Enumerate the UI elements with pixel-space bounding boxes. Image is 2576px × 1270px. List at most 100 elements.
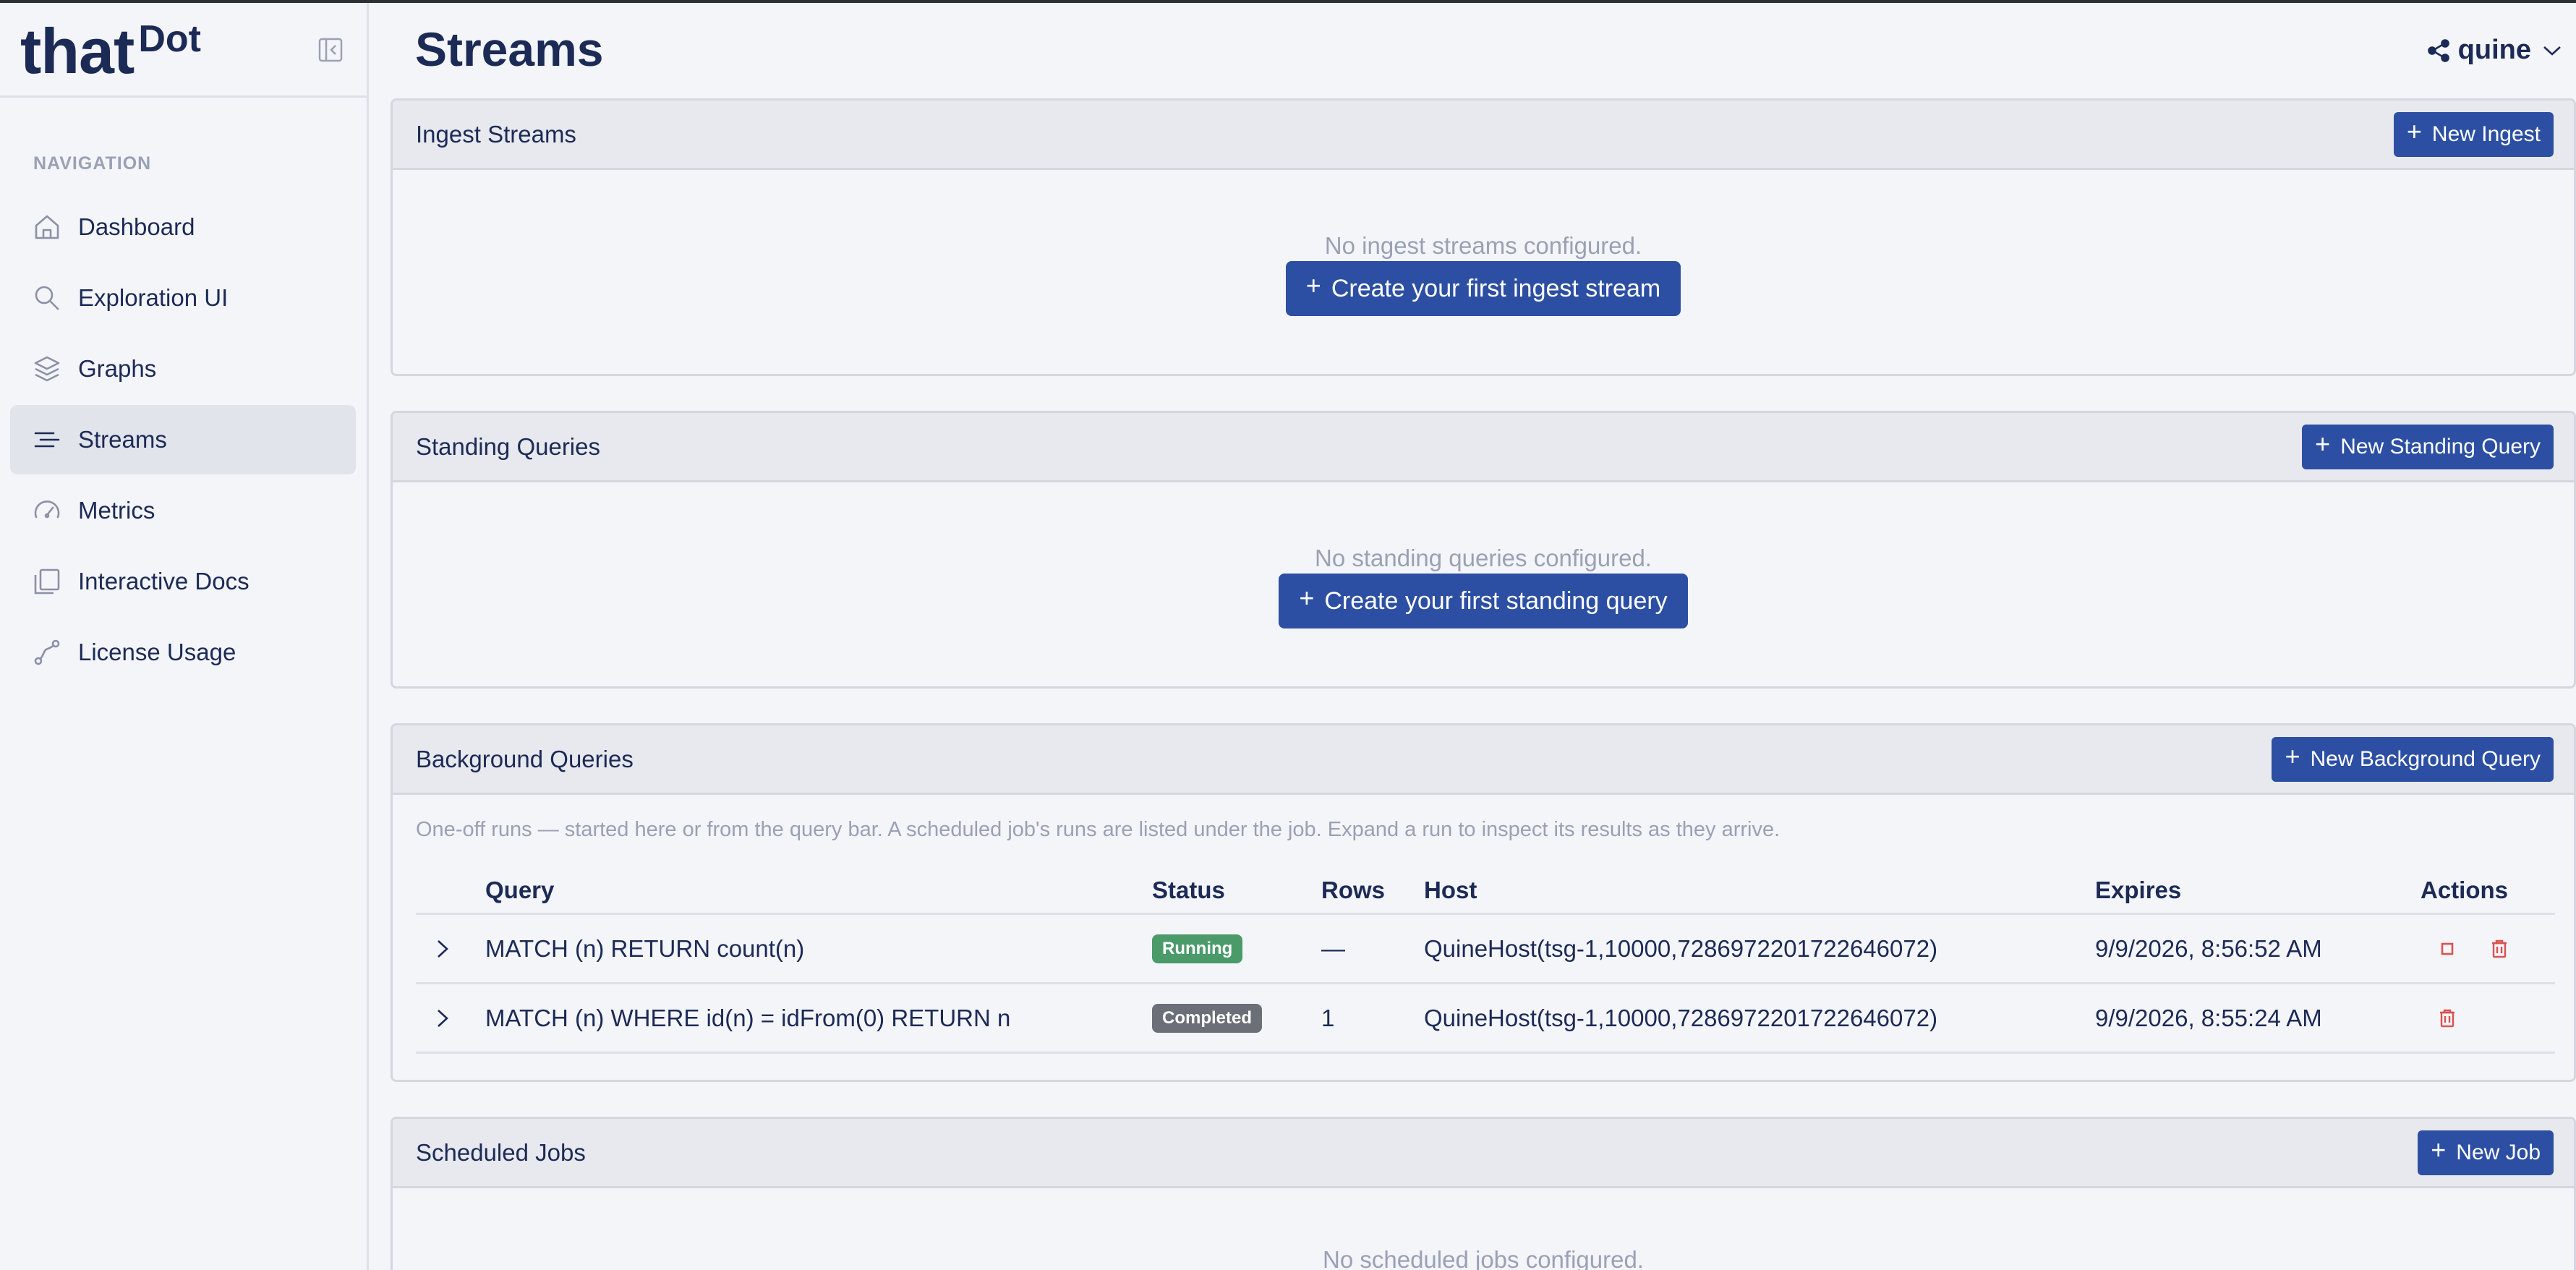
query-cell: MATCH (n) WHERE id(n) = idFrom(0) RETURN… [485, 1004, 1011, 1031]
panel-header: Ingest Streams + New Ingest [393, 101, 2574, 170]
plus-icon: + [2406, 116, 2422, 146]
empty-state: No ingest streams configured. + Create y… [393, 232, 2574, 316]
sidebar-item-label: Streams [78, 426, 167, 453]
rows-cell: — [1321, 934, 1345, 962]
plus-icon: + [2431, 1134, 2447, 1164]
panel-title: Ingest Streams [416, 120, 576, 148]
background-queries-panel: Background Queries + New Background Quer… [391, 723, 2576, 1082]
column-header-status: Status [1152, 876, 1225, 903]
column-header-host: Host [1424, 876, 1477, 903]
plus-icon: + [1299, 583, 1315, 613]
sidebar: that Dot NAVIGATION Dashboard Exploratio… [0, 3, 369, 1270]
plus-icon: + [2285, 741, 2300, 771]
table-row[interactable]: MATCH (n) WHERE id(n) = idFrom(0) RETURN… [416, 984, 2555, 1054]
stop-icon[interactable] [2435, 937, 2460, 961]
sidebar-item-label: Graphs [78, 355, 157, 382]
column-header-query: Query [485, 876, 555, 903]
expires-cell: 9/9/2026, 8:55:24 AM [2095, 1004, 2322, 1031]
sidebar-item-exploration-ui[interactable]: Exploration UI [10, 263, 356, 333]
panel-title: Background Queries [416, 745, 634, 772]
chevron-right-icon [438, 1009, 448, 1027]
streams-icon [34, 432, 60, 448]
collapse-sidebar-icon[interactable] [318, 38, 343, 62]
search-icon [35, 286, 59, 310]
host-cell: QuineHost(tsg-1,10000,728697220172264607… [1424, 934, 1938, 962]
expires-cell: 9/9/2026, 8:56:52 AM [2095, 934, 2322, 962]
host-cell: QuineHost(tsg-1,10000,728697220172264607… [1424, 1004, 1938, 1031]
panel-title: Standing Queries [416, 432, 600, 460]
sidebar-item-dashboard[interactable]: Dashboard [10, 192, 356, 262]
panel-header: Standing Queries + New Standing Query [393, 413, 2574, 482]
user-menu[interactable]: quine [2426, 35, 2563, 66]
expand-row-button[interactable] [416, 938, 485, 960]
new-job-label: New Job [2456, 1140, 2541, 1164]
sidebar-item-label: Exploration UI [78, 284, 229, 311]
empty-state: No standing queries configured. + Create… [393, 545, 2574, 628]
empty-state: No scheduled jobs configured. [393, 1246, 2574, 1270]
gauge-icon [34, 500, 60, 519]
home-icon [35, 215, 59, 239]
page-title: Streams [415, 22, 604, 76]
create-standing-query-button[interactable]: + Create your first standing query [1279, 574, 1688, 628]
plus-icon: + [2315, 428, 2331, 459]
query-cell: MATCH (n) RETURN count(n) [485, 934, 805, 962]
sidebar-item-label: Dashboard [78, 213, 195, 240]
trash-icon[interactable] [2487, 937, 2512, 961]
create-ingest-label: Create your first ingest stream [1331, 274, 1661, 302]
new-standing-query-button[interactable]: + New Standing Query [2302, 424, 2554, 469]
brand-logo[interactable]: that Dot [20, 19, 201, 84]
layers-icon [34, 356, 60, 382]
new-standing-query-label: New Standing Query [2340, 434, 2541, 459]
background-queries-table: Query Status Rows Host Expires Actions M… [416, 867, 2555, 1054]
sidebar-item-metrics[interactable]: Metrics [10, 476, 356, 545]
empty-text: No ingest streams configured. [1324, 232, 1642, 259]
trash-icon[interactable] [2435, 1006, 2460, 1031]
background-hint: One-off runs — started here or from the … [416, 818, 1780, 841]
column-header-expires: Expires [2095, 876, 2182, 903]
status-badge: Running [1152, 934, 1243, 963]
panel-header: Scheduled Jobs + New Job [393, 1119, 2574, 1188]
new-ingest-button[interactable]: + New Ingest [2393, 111, 2554, 157]
new-background-query-button[interactable]: + New Background Query [2272, 736, 2554, 782]
empty-text: No scheduled jobs configured. [1323, 1246, 1644, 1270]
license-icon [34, 639, 60, 665]
brand-dot: Dot [138, 18, 201, 60]
standing-queries-panel: Standing Queries + New Standing Query No… [391, 411, 2576, 689]
sidebar-item-label: Interactive Docs [78, 568, 250, 594]
sidebar-item-license-usage[interactable]: License Usage [10, 618, 356, 687]
expand-row-button[interactable] [416, 1007, 485, 1029]
table-header: Query Status Rows Host Expires Actions [416, 867, 2555, 915]
column-header-rows: Rows [1321, 876, 1386, 903]
sidebar-item-graphs[interactable]: Graphs [10, 334, 356, 404]
actions-cell [2421, 1006, 2555, 1031]
scheduled-jobs-panel: Scheduled Jobs + New Job No scheduled jo… [391, 1117, 2576, 1270]
column-header-actions: Actions [2421, 876, 2509, 903]
panel-header: Background Queries + New Background Quer… [393, 725, 2574, 795]
rows-cell: 1 [1321, 1004, 1335, 1031]
create-ingest-button[interactable]: + Create your first ingest stream [1285, 261, 1681, 316]
panel-title: Scheduled Jobs [416, 1138, 586, 1166]
new-job-button[interactable]: + New Job [2418, 1130, 2554, 1175]
sidebar-item-interactive-docs[interactable]: Interactive Docs [10, 547, 356, 616]
create-standing-query-label: Create your first standing query [1324, 587, 1668, 615]
share-icon [2427, 38, 2449, 62]
plus-icon: + [1305, 270, 1321, 300]
main-content: Streams quine Ingest Streams + New Inges… [391, 3, 2576, 1270]
status-badge: Completed [1152, 1003, 1263, 1033]
chevron-down-icon [2543, 46, 2561, 56]
sidebar-nav: Dashboard Exploration UI Graphs Streams … [10, 192, 356, 689]
chevron-right-icon [438, 939, 448, 958]
user-name: quine [2457, 35, 2531, 65]
new-ingest-label: New Ingest [2431, 122, 2541, 146]
ingest-streams-panel: Ingest Streams + New Ingest No ingest st… [391, 98, 2576, 376]
empty-text: No standing queries configured. [1315, 545, 1652, 571]
sidebar-divider [0, 95, 367, 98]
actions-cell [2421, 937, 2555, 961]
sidebar-item-label: Metrics [78, 497, 155, 524]
table-row[interactable]: MATCH (n) RETURN count(n) Running — Quin… [416, 915, 2555, 984]
sidebar-item-streams[interactable]: Streams [10, 405, 356, 474]
nav-heading: NAVIGATION [33, 153, 152, 174]
docs-icon [34, 568, 60, 594]
new-background-query-label: New Background Query [2310, 746, 2541, 771]
brand-that: that [20, 15, 135, 87]
